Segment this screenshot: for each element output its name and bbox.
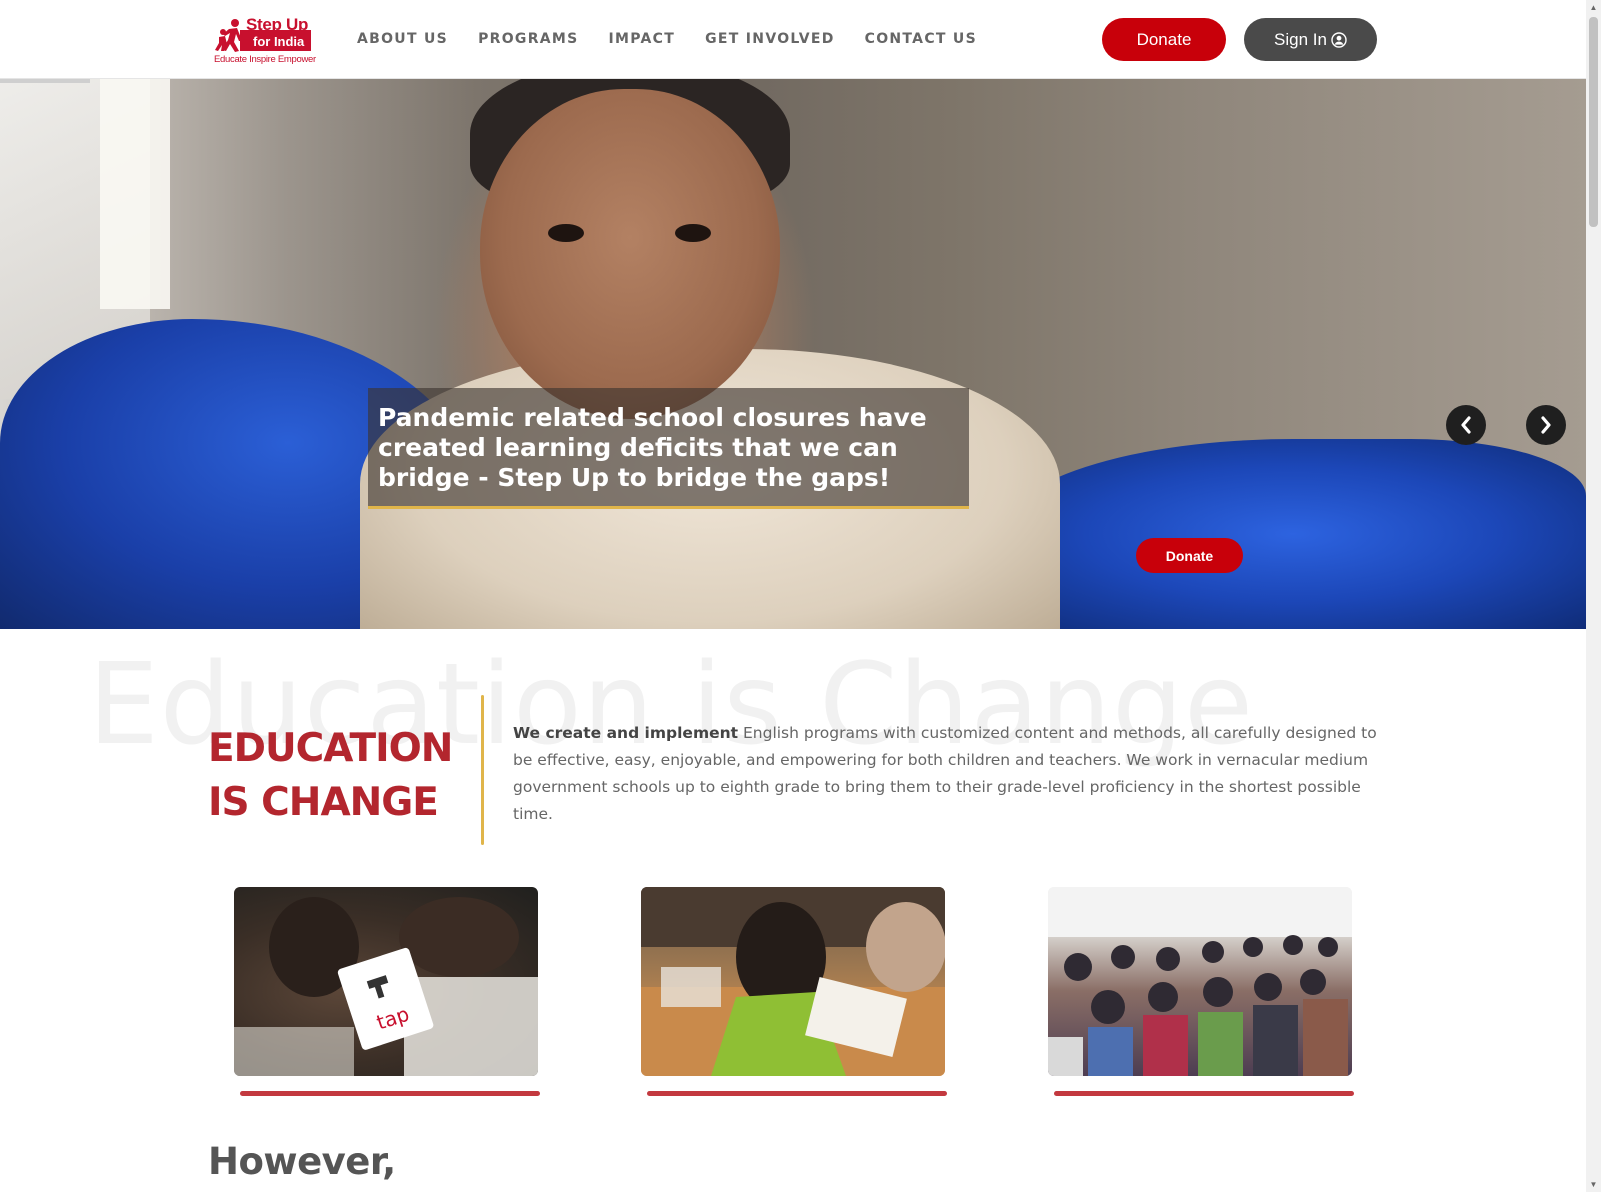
hero-slider: Pandemic related school closures have cr… (0, 79, 1586, 629)
program-card-image-2[interactable] (641, 887, 945, 1076)
user-circle-icon (1331, 31, 1347, 48)
site-logo[interactable]: Step Up for India Educate Inspire Empowe… (213, 14, 318, 66)
hero-caption: Pandemic related school closures have cr… (378, 403, 927, 492)
scroll-up-icon[interactable]: ▲ (1586, 0, 1601, 15)
next-section-heading: However, (208, 1140, 396, 1183)
donate-button[interactable]: Donate (1102, 18, 1226, 61)
hero-photo-eye-left (548, 224, 584, 242)
hero-donate-button[interactable]: Donate (1136, 538, 1243, 573)
section-heading-line2: IS CHANGE (208, 780, 439, 825)
card-underline-1 (240, 1091, 540, 1096)
slider-prev-button[interactable] (1446, 405, 1486, 445)
section-heading: EDUCATION IS CHANGE (208, 722, 458, 830)
chevron-right-icon (1541, 416, 1551, 434)
donate-button-label: Donate (1136, 29, 1192, 49)
hero-photo-window (100, 79, 170, 309)
hero-donate-label: Donate (1165, 547, 1214, 564)
page: Step Up for India Educate Inspire Empowe… (0, 0, 1601, 1192)
scroll-thumb[interactable] (1589, 17, 1598, 227)
main-nav: ABOUT US PROGRAMS IMPACT GET INVOLVED CO… (357, 31, 1007, 47)
card-underline-2 (647, 1091, 947, 1096)
nav-get-involved[interactable]: GET INVOLVED (705, 31, 835, 47)
page-scrollbar[interactable]: ▲ ▼ (1586, 0, 1601, 1192)
nav-impact[interactable]: IMPACT (609, 31, 676, 47)
section-divider (481, 695, 484, 845)
section-heading-line1: EDUCATION (208, 726, 453, 771)
sign-in-label: Sign In (1274, 29, 1327, 49)
intro-bold-text: We create and implement (513, 724, 739, 742)
program-card-image-1[interactable]: tap (234, 887, 538, 1076)
hero-photo-eye-right (675, 224, 711, 242)
site-header: Step Up for India Educate Inspire Empowe… (0, 0, 1586, 79)
nav-contact-us[interactable]: CONTACT US (865, 31, 977, 47)
logo-subtitle: for India (253, 34, 305, 49)
intro-paragraph: We create and implement English programs… (513, 720, 1386, 828)
hero-photo-face (480, 89, 780, 419)
sign-in-button[interactable]: Sign In (1244, 18, 1377, 61)
program-card-image-3[interactable] (1048, 887, 1352, 1076)
card-underline-3 (1054, 1091, 1354, 1096)
card3-illustration (1048, 887, 1352, 1076)
card2-illustration (641, 887, 945, 1076)
chevron-left-icon (1461, 416, 1471, 434)
logo-tagline: Educate Inspire Empower (214, 54, 316, 65)
hero-photo-bag-right (1000, 439, 1586, 629)
nav-programs[interactable]: PROGRAMS (478, 31, 578, 47)
slider-next-button[interactable] (1526, 405, 1566, 445)
hero-caption-box: Pandemic related school closures have cr… (368, 388, 969, 509)
scroll-down-icon[interactable]: ▼ (1586, 1177, 1601, 1192)
nav-about-us[interactable]: ABOUT US (357, 31, 448, 47)
slider-progress (0, 79, 90, 83)
card1-illustration: tap (234, 897, 538, 1076)
